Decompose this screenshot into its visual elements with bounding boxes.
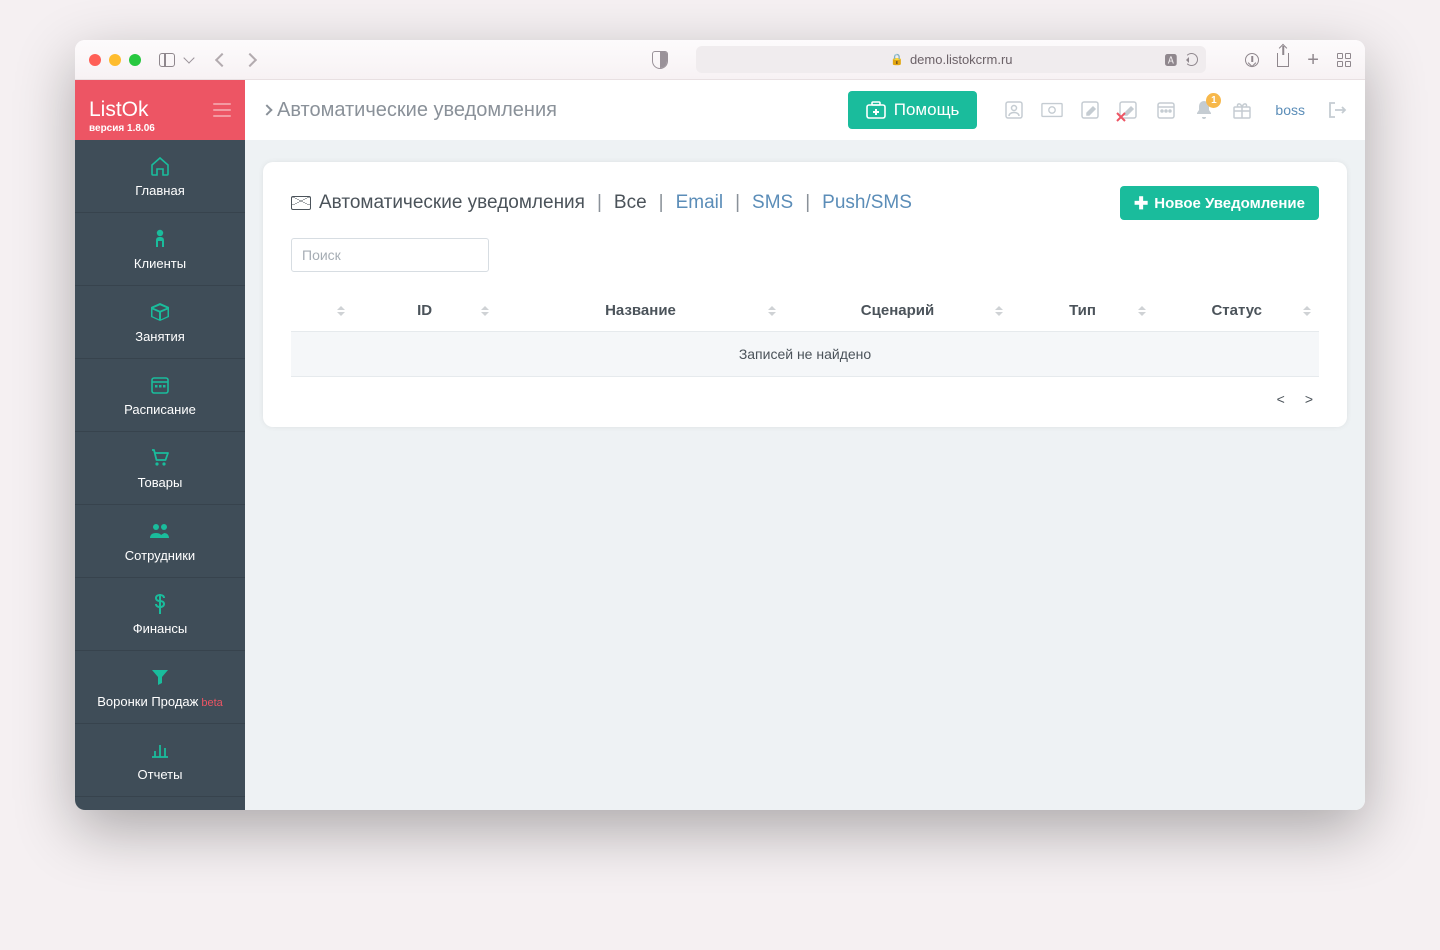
window-controls[interactable] <box>89 54 141 66</box>
close-dot[interactable] <box>89 54 101 66</box>
search-input[interactable] <box>291 238 489 272</box>
filter-sms[interactable]: SMS <box>752 192 793 214</box>
chevron-right-icon <box>261 104 272 115</box>
brand-name: ListOk <box>89 98 149 122</box>
new-notification-button[interactable]: ✚ Новое Уведомление <box>1120 186 1319 220</box>
dollar-icon <box>153 593 167 615</box>
downloads-icon[interactable] <box>1245 53 1259 67</box>
sidebar-item-label: Воронки Продажbeta <box>97 694 223 709</box>
sidebar-item-classes[interactable]: Занятия <box>75 286 245 359</box>
card-icon[interactable] <box>1003 99 1025 121</box>
notification-badge: 1 <box>1206 93 1221 108</box>
col-scenario[interactable]: Сценарий <box>784 290 1010 332</box>
filter-all[interactable]: Все <box>614 192 647 214</box>
refresh-icon[interactable] <box>1185 53 1198 66</box>
calendar-icon <box>150 374 170 396</box>
sidebar-item-finance[interactable]: Финансы <box>75 578 245 651</box>
cart-icon <box>149 447 171 469</box>
privacy-shield-icon[interactable] <box>652 51 668 69</box>
sidebar-item-label: Расписание <box>124 402 196 417</box>
sidebar-toggle-icon <box>159 53 175 67</box>
filter-push[interactable]: Push/SMS <box>822 192 912 214</box>
sidebar-item-label: Отчеты <box>138 767 183 782</box>
calendar-small-icon[interactable] <box>1155 99 1177 121</box>
sidebar-item-label: Финансы <box>133 621 188 636</box>
sidebar-item-label: Занятия <box>135 329 185 344</box>
pager-prev[interactable]: < <box>1277 391 1285 407</box>
pagination: < > <box>291 377 1319 407</box>
minimize-dot[interactable] <box>109 54 121 66</box>
page-title: Автоматические уведомления <box>263 99 557 122</box>
brand-version: версия 1.8.06 <box>89 123 155 134</box>
url-bar[interactable]: 🔒 demo.listokcrm.ru 🅰 <box>696 46 1206 73</box>
sidebar-toggle-group[interactable] <box>159 53 193 67</box>
topbar: Автоматические уведомления Помощь 1 <box>245 80 1365 140</box>
users-icon <box>148 520 172 542</box>
hamburger-icon[interactable] <box>213 103 231 117</box>
back-button[interactable] <box>215 52 229 66</box>
logout-icon[interactable] <box>1327 101 1347 119</box>
translate-icon[interactable]: 🅰 <box>1164 50 1177 69</box>
sidebar-item-home[interactable]: Главная <box>75 140 245 213</box>
envelope-icon <box>291 196 311 210</box>
sidebar-item-reports[interactable]: Отчеты <box>75 724 245 797</box>
col-name[interactable]: Название <box>497 290 785 332</box>
plus-icon: ✚ <box>1134 195 1148 212</box>
notifications-table: ID Название Сценарий Тип Статус Записей … <box>291 290 1319 377</box>
sidebar-item-clients[interactable]: Клиенты <box>75 213 245 286</box>
box-icon <box>149 301 171 323</box>
funnel-icon <box>151 666 169 688</box>
sidebar-item-schedule[interactable]: Расписание <box>75 359 245 432</box>
chevron-down-icon <box>183 52 194 63</box>
chart-icon <box>150 739 170 761</box>
sidebar-item-staff[interactable]: Сотрудники <box>75 505 245 578</box>
filter-email[interactable]: Email <box>676 192 724 214</box>
col-status[interactable]: Статус <box>1154 290 1319 332</box>
col-toggle[interactable] <box>291 290 353 332</box>
bell-icon[interactable]: 1 <box>1193 99 1215 121</box>
pager-next[interactable]: > <box>1305 391 1313 407</box>
col-id[interactable]: ID <box>353 290 497 332</box>
panel-heading: Автоматические уведомления <box>319 192 585 214</box>
forward-button[interactable] <box>243 52 257 66</box>
app-sidebar: ListOk версия 1.8.06 Главная Клиенты Зан… <box>75 80 245 810</box>
col-type[interactable]: Тип <box>1011 290 1155 332</box>
brand-header: ListOk версия 1.8.06 <box>75 80 245 140</box>
sidebar-item-label: Товары <box>138 475 183 490</box>
maximize-dot[interactable] <box>129 54 141 66</box>
tabs-overview-icon[interactable] <box>1337 53 1351 67</box>
edit-cancel-icon[interactable] <box>1117 99 1139 121</box>
browser-titlebar: 🔒 demo.listokcrm.ru 🅰 + <box>75 40 1365 80</box>
person-icon <box>152 228 168 250</box>
sidebar-item-label: Сотрудники <box>125 548 195 563</box>
home-icon <box>149 155 171 177</box>
sidebar-item-label: Главная <box>135 183 184 198</box>
new-tab-icon[interactable]: + <box>1307 50 1319 70</box>
sidebar-item-goods[interactable]: Товары <box>75 432 245 505</box>
help-button[interactable]: Помощь <box>848 91 978 129</box>
medkit-icon <box>866 101 886 119</box>
share-icon[interactable] <box>1277 53 1289 67</box>
user-label[interactable]: boss <box>1275 102 1305 118</box>
money-icon[interactable] <box>1041 99 1063 121</box>
table-empty-row: Записей не найдено <box>291 332 1319 377</box>
lock-icon: 🔒 <box>890 53 904 66</box>
sidebar-item-funnels[interactable]: Воронки Продажbeta <box>75 651 245 724</box>
notifications-panel: Автоматические уведомления | Все | Email… <box>263 162 1347 427</box>
edit-icon[interactable] <box>1079 99 1101 121</box>
gift-icon[interactable] <box>1231 99 1253 121</box>
url-text: demo.listokcrm.ru <box>910 52 1013 67</box>
sidebar-item-label: Клиенты <box>134 256 186 271</box>
